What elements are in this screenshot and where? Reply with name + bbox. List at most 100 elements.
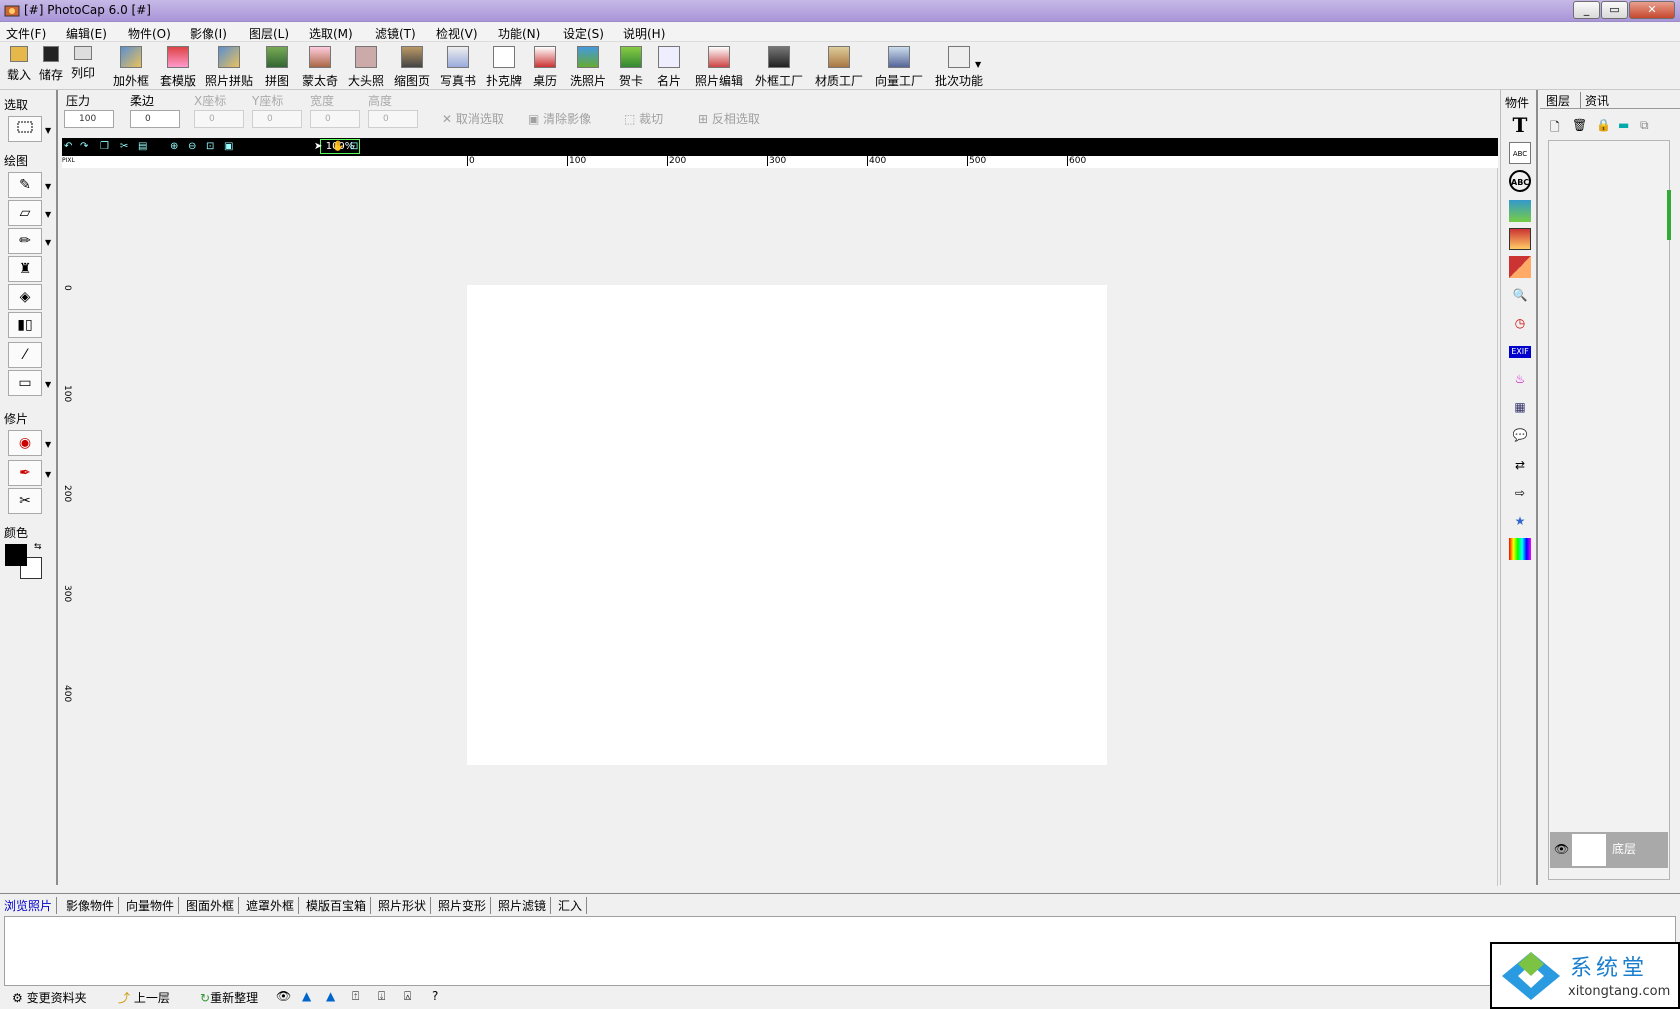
merge-icon[interactable]: ⧉ (1640, 118, 1649, 133)
pencil-tool[interactable]: ✏ (8, 228, 42, 254)
tab-image-objects[interactable]: 影像物件 (62, 897, 120, 914)
tab-frames[interactable]: 图面外框 (182, 897, 240, 914)
copy-icon[interactable]: ❐ (100, 139, 109, 155)
clock-icon[interactable]: ◷ (1509, 312, 1531, 334)
pencil-dropdown-icon[interactable]: ▼ (45, 238, 51, 247)
calendar-button[interactable]: 桌历 (530, 44, 560, 88)
actual-size-icon[interactable]: ▣ (224, 139, 233, 155)
thumbnail-page-button[interactable]: 缩图页 (390, 44, 434, 88)
maximize-button[interactable]: ▭ (1601, 1, 1628, 19)
cut-icon[interactable]: ✂ (120, 139, 128, 155)
menu-view[interactable]: 检视(V) (436, 25, 478, 42)
eyedropper-tool[interactable]: ⁄ (8, 342, 42, 368)
tab-layer[interactable]: 图层 (1546, 92, 1570, 109)
photo-browser[interactable] (4, 916, 1676, 986)
close-button[interactable]: ✕ (1629, 1, 1675, 19)
star-icon[interactable]: ★ (1509, 510, 1531, 532)
pressure-input[interactable]: 100 (64, 110, 114, 128)
gradient-tool[interactable]: ▮▯ (8, 312, 42, 338)
vector-factory-button[interactable]: 向量工厂 (870, 44, 928, 88)
zoom-in-icon[interactable]: ⊕ (170, 139, 178, 155)
x-input[interactable]: 0 (194, 110, 244, 128)
cake-icon[interactable]: ♨ (1509, 368, 1531, 390)
tab-vector-objects[interactable]: 向量物件 (122, 897, 180, 914)
view-mode-icon[interactable]: 👁 (276, 989, 291, 1003)
template-button[interactable]: 套模版 (154, 44, 202, 88)
frame-factory-button[interactable]: 外框工厂 (750, 44, 808, 88)
eye-icon[interactable]: 👁 (1554, 842, 1569, 856)
menu-file[interactable]: 文件(F) (6, 25, 46, 42)
sort-name-icon[interactable]: ⍐ (352, 989, 359, 1004)
puzzle-button[interactable]: 拼图 (262, 44, 292, 88)
montage-button[interactable]: 蒙太奇 (298, 44, 342, 88)
zoom-out-icon[interactable]: ⊖ (188, 139, 196, 155)
tab-mask-frames[interactable]: 遮罩外框 (242, 897, 300, 914)
fill-tool[interactable]: ◈ (8, 284, 42, 310)
eraser-tool[interactable]: ▱ (8, 200, 42, 226)
swap-colors-icon[interactable]: ⇆ (34, 542, 42, 552)
brush-dropdown-icon[interactable]: ▼ (45, 182, 51, 191)
undo-icon[interactable]: ↶ (64, 139, 72, 155)
color-pattern-icon[interactable] (1509, 538, 1531, 560)
deselect-button[interactable]: ✕ 取消选取 (442, 110, 504, 127)
retouch-dropdown-icon[interactable]: ▼ (45, 470, 51, 479)
rect-select-tool[interactable] (8, 116, 42, 142)
minimize-button[interactable]: _ (1573, 1, 1600, 19)
arrow-icon[interactable]: ⇨ (1509, 482, 1531, 504)
image-canvas[interactable] (467, 285, 1107, 765)
grid-calendar-icon[interactable]: ▦ (1509, 396, 1531, 418)
sort-asc-icon[interactable]: ▲ (302, 989, 311, 1003)
tab-info[interactable]: 资讯 (1580, 92, 1609, 109)
new-layer-icon[interactable]: 🗋 (1550, 118, 1560, 139)
save-button[interactable]: 储存 (36, 44, 66, 88)
menu-filter[interactable]: 滤镜(T) (375, 25, 416, 42)
add-frame-button[interactable]: 加外框 (106, 44, 156, 88)
print-photo-button[interactable]: 洗照片 (566, 44, 610, 88)
select-dropdown-icon[interactable]: ▼ (45, 126, 51, 135)
business-card-button[interactable]: 名片 (654, 44, 684, 88)
brush-tool[interactable]: ✎ (8, 172, 42, 198)
marquee-view-icon[interactable]: ⊡ (350, 139, 358, 155)
text-tool-icon[interactable]: T (1509, 114, 1531, 136)
sort-desc-icon[interactable]: ▲ (326, 989, 335, 1003)
double-arrow-icon[interactable]: ⇄ (1509, 454, 1531, 476)
clone-tool[interactable]: ✂ (8, 488, 42, 514)
load-button[interactable]: 载入 (4, 44, 34, 88)
image-object-icon[interactable] (1509, 200, 1531, 222)
y-input[interactable]: 0 (252, 110, 302, 128)
text-box-icon[interactable]: ABC (1509, 142, 1531, 164)
menu-edit[interactable]: 编辑(E) (66, 25, 107, 42)
help-icon[interactable]: ? (432, 989, 438, 1003)
eraser-dropdown-icon[interactable]: ▼ (45, 210, 51, 219)
id-photo-button[interactable]: 大头照 (344, 44, 388, 88)
hand-tool-icon[interactable]: ✋ (332, 139, 344, 155)
tab-templates[interactable]: 模版百宝箱 (302, 897, 372, 914)
poker-button[interactable]: 扑克牌 (482, 44, 526, 88)
change-folder-button[interactable]: ⚙ 变更资料夹 (12, 989, 87, 1006)
redo-icon[interactable]: ↷ (80, 139, 88, 155)
texture-factory-button[interactable]: 材质工厂 (810, 44, 868, 88)
fit-window-icon[interactable]: ⊡ (206, 139, 214, 155)
refresh-button[interactable]: ↻重新整理 (200, 989, 258, 1006)
print-button[interactable]: 列印 (68, 44, 98, 88)
text-circle-icon[interactable]: ABC (1509, 170, 1531, 192)
crop-button[interactable]: ⬚ 裁切 (624, 110, 663, 127)
menu-select[interactable]: 选取(M) (309, 25, 353, 42)
paste-icon[interactable]: ▤ (138, 139, 147, 155)
red-eye-tool[interactable]: ◉ (8, 430, 42, 456)
sort-date-icon[interactable]: ⍗ (378, 989, 385, 1004)
tab-browse[interactable]: 浏览照片 (0, 897, 58, 914)
height-input[interactable]: 0 (368, 110, 418, 128)
menu-settings[interactable]: 设定(S) (563, 25, 604, 42)
feather-input[interactable]: 0 (130, 110, 180, 128)
batch-dropdown-icon[interactable]: ▼ (975, 60, 981, 69)
layer-row[interactable]: 👁 底层 (1550, 832, 1668, 868)
clear-image-button[interactable]: ▣ 清除影像 (528, 110, 591, 127)
menu-layer[interactable]: 图层(L) (249, 25, 289, 42)
tab-import[interactable]: 汇入 (554, 897, 588, 914)
menu-image[interactable]: 影像(I) (190, 25, 227, 42)
up-level-button[interactable]: ⤴ 上一层 (118, 989, 170, 1006)
invert-select-button[interactable]: ⊞ 反相选取 (698, 110, 760, 127)
lock-icon[interactable]: 🔒 (1596, 118, 1611, 132)
tab-photo-warp[interactable]: 照片变形 (434, 897, 492, 914)
